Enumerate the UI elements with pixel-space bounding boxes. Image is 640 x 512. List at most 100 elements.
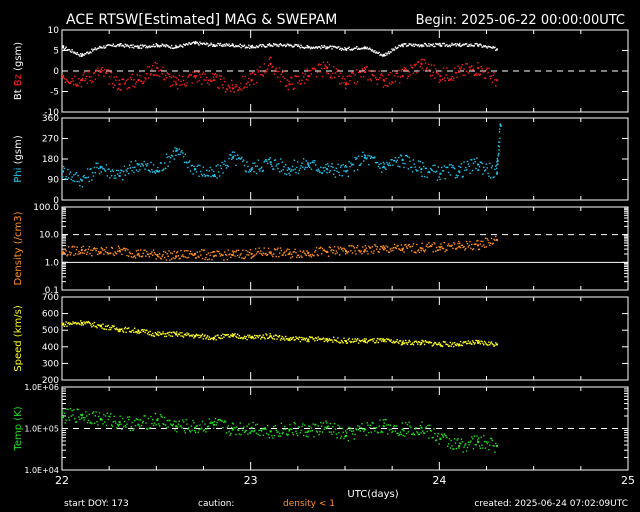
data-point	[242, 249, 244, 252]
data-point	[396, 72, 398, 74]
data-point	[314, 423, 317, 426]
data-point	[272, 437, 274, 439]
data-point	[125, 79, 127, 82]
data-point	[415, 169, 417, 171]
data-point	[216, 74, 218, 76]
data-point	[158, 425, 161, 427]
data-point	[104, 69, 106, 71]
data-point	[461, 244, 464, 246]
data-point	[415, 252, 417, 254]
data-point	[129, 167, 132, 169]
data-point	[87, 70, 90, 73]
data-point	[108, 329, 110, 331]
data-point	[475, 243, 477, 245]
data-point	[334, 72, 337, 74]
data-point	[212, 174, 215, 177]
data-point	[156, 62, 158, 65]
data-point	[284, 44, 286, 46]
data-point	[362, 69, 364, 71]
data-point	[342, 164, 344, 166]
data-point	[462, 74, 464, 76]
data-point	[221, 337, 223, 339]
data-point	[229, 87, 231, 89]
data-point	[353, 340, 355, 343]
data-point	[110, 170, 112, 173]
data-point	[77, 85, 79, 87]
data-point	[330, 45, 332, 48]
data-point	[128, 172, 130, 175]
data-point	[188, 427, 190, 429]
data-point	[393, 426, 395, 428]
data-point	[408, 156, 410, 159]
data-point	[184, 432, 187, 434]
data-point	[341, 427, 343, 430]
data-point	[230, 426, 233, 429]
data-point	[465, 341, 467, 343]
data-point	[475, 167, 477, 170]
data-point	[93, 72, 96, 74]
data-point	[433, 428, 435, 430]
data-point	[385, 77, 387, 80]
data-point	[174, 76, 176, 78]
data-point	[231, 156, 234, 159]
data-point	[214, 72, 217, 75]
data-point	[170, 258, 173, 260]
data-point	[68, 251, 71, 253]
data-point	[76, 52, 78, 54]
data-point	[348, 426, 350, 428]
data-point	[415, 63, 417, 65]
data-point	[460, 438, 463, 440]
data-point	[284, 164, 287, 166]
data-point	[193, 422, 195, 424]
data-point	[134, 424, 137, 427]
data-point	[465, 240, 468, 243]
data-point	[247, 251, 249, 253]
data-point	[231, 87, 234, 90]
data-point	[257, 46, 259, 49]
data-point	[152, 64, 154, 67]
data-point	[154, 172, 157, 174]
data-point	[401, 247, 404, 250]
data-point	[201, 73, 204, 75]
data-point	[424, 249, 427, 251]
data-point	[451, 42, 453, 45]
data-point	[464, 249, 466, 251]
data-point	[62, 75, 64, 78]
data-point	[495, 165, 497, 167]
data-point	[256, 69, 259, 71]
data-point	[325, 420, 327, 422]
data-point	[421, 421, 423, 423]
data-point	[390, 51, 392, 53]
data-point	[134, 86, 136, 88]
data-point	[467, 72, 470, 74]
data-point	[202, 71, 205, 73]
data-point	[143, 160, 145, 163]
data-point	[279, 247, 282, 249]
data-point	[222, 333, 224, 336]
data-point	[250, 426, 253, 429]
data-point	[338, 432, 340, 434]
data-point	[278, 255, 280, 258]
data-point	[113, 177, 115, 179]
panel-temp: 1.0E+061.0E+051.0E+04Temp (K)22 23 24 25UTC…	[13, 383, 635, 500]
data-point	[170, 76, 173, 79]
data-point	[182, 421, 185, 423]
data-point	[352, 163, 355, 166]
data-point	[338, 83, 341, 85]
data-point	[266, 160, 268, 162]
data-point	[477, 339, 480, 342]
data-point	[90, 52, 92, 54]
data-point	[114, 175, 116, 177]
data-point	[183, 161, 186, 164]
data-point	[331, 48, 333, 50]
data-point	[465, 70, 468, 72]
y-axis-label-part: (gsm)	[13, 135, 24, 167]
data-point	[148, 66, 151, 68]
data-point	[310, 168, 313, 170]
data-point	[284, 251, 286, 253]
data-point	[197, 71, 199, 73]
data-point	[357, 342, 360, 344]
data-point	[347, 175, 349, 178]
data-point	[128, 416, 131, 418]
data-point	[176, 87, 179, 90]
